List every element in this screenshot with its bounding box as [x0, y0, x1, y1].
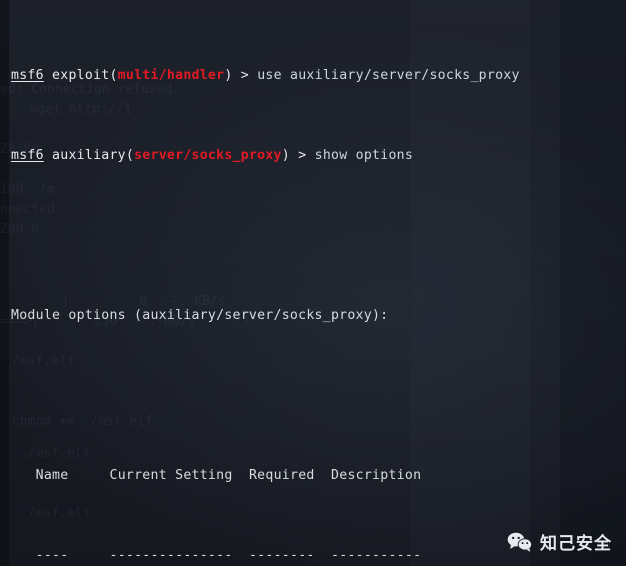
column-header-description: Description [331, 468, 422, 483]
prompt-name: msf6 [11, 68, 44, 83]
command-text: show options [314, 148, 414, 163]
prompt-paren-close: ) [281, 148, 290, 163]
module-options-header-row: Name Current Setting Required Descriptio… [0, 466, 626, 486]
prompt-module-name: multi/handler [117, 68, 225, 83]
prompt-arrow: > [289, 148, 315, 163]
module-options-heading: Module options (auxiliary/server/socks_p… [11, 308, 389, 323]
prompt-line-use: msf6 exploit(multi/handler) > use auxili… [0, 66, 626, 86]
watermark: 知己安全 [507, 529, 612, 554]
column-header-name: Name [35, 468, 69, 483]
terminal-window: ed: Connection refused. wget http://1 28… [0, 0, 626, 566]
column-rule-description: ----------- [331, 548, 422, 563]
prompt-paren-close: ) [224, 68, 233, 83]
column-rule-required: -------- [248, 548, 315, 563]
column-rule-current-setting: --------------- [109, 548, 233, 563]
prompt-name: msf6 [11, 148, 44, 163]
terminal-output: msf6 exploit(multi/handler) > use auxili… [0, 0, 626, 566]
wechat-icon [507, 531, 533, 553]
prompt-line-show-options: msf6 auxiliary(server/socks_proxy) > sho… [0, 146, 626, 166]
watermark-text: 知己安全 [540, 534, 612, 554]
command-text: use auxiliary/server/socks_proxy [257, 68, 520, 83]
prompt-arrow: > [232, 68, 258, 83]
prompt-context-keyword: exploit( [52, 68, 118, 83]
column-header-current-setting: Current Setting [109, 468, 233, 483]
column-rule-name: ---- [35, 548, 69, 563]
prompt-module-name: server/socks_proxy [134, 148, 282, 163]
prompt-context-keyword: auxiliary( [52, 148, 135, 163]
column-header-required: Required [248, 468, 315, 483]
